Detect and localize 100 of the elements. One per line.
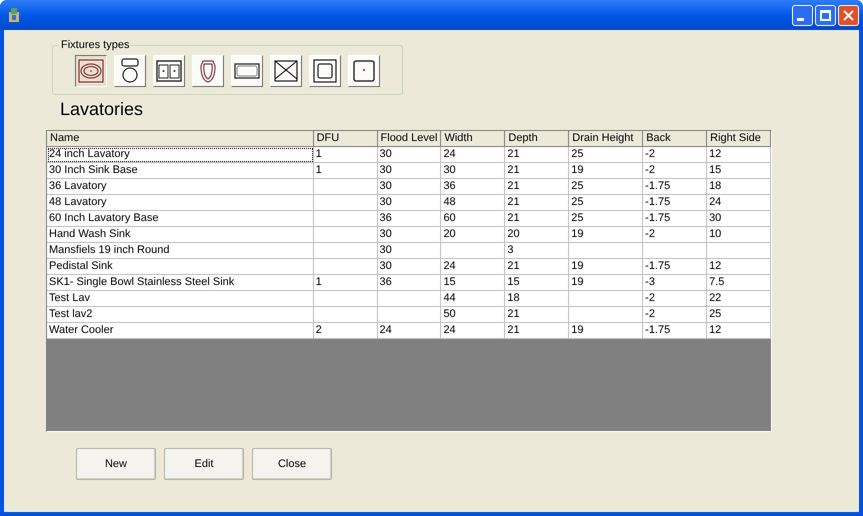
table-cell: Hand Wash Sink	[47, 227, 314, 243]
table-cell: 48 Lavatory	[47, 195, 314, 211]
shower-tray-icon	[273, 58, 299, 84]
table-cell: 1	[314, 147, 378, 163]
table-cell: 20	[441, 227, 506, 243]
table-cell: -1.75	[643, 323, 708, 339]
oval-basin-icon	[78, 58, 104, 84]
table-cell: 60 Inch Lavatory Base	[47, 211, 314, 227]
table-cell: Test Lav	[47, 291, 314, 307]
table-cell: 18	[707, 179, 771, 195]
table-cell	[314, 259, 378, 275]
table-cell: 15	[441, 275, 506, 291]
table-cell: 30	[378, 163, 442, 179]
app-icon	[7, 7, 21, 23]
table-cell: 30	[707, 211, 771, 227]
close-icon	[843, 10, 854, 20]
table-cell: 30	[378, 179, 442, 195]
table-cell	[378, 307, 442, 323]
minimize-button[interactable]	[792, 4, 813, 26]
dialog-button[interactable]: New	[76, 448, 156, 480]
table-cell	[643, 243, 708, 259]
table-cell: 1	[314, 275, 378, 291]
table-cell: 19	[569, 227, 644, 243]
table-cell: 60	[441, 211, 506, 227]
table-cell: -2	[643, 227, 708, 243]
column-header[interactable]: Width	[441, 131, 506, 147]
table-cell: 21	[505, 307, 570, 323]
table-cell: Test lav2	[47, 307, 314, 323]
maximize-icon	[820, 10, 831, 20]
table-cell: 19	[569, 275, 644, 291]
table-cell: 15	[505, 275, 570, 291]
square-basin-icon	[312, 58, 338, 84]
table-cell: 7.5	[707, 275, 771, 291]
table-cell: 25	[569, 195, 644, 211]
table-cell	[314, 195, 378, 211]
minimize-icon	[796, 18, 804, 20]
maximize-button[interactable]	[815, 4, 836, 26]
table-cell	[314, 227, 378, 243]
column-header[interactable]: Right Side	[707, 131, 772, 147]
column-header[interactable]: Name	[47, 131, 314, 147]
column-header[interactable]: Drain Height	[569, 131, 644, 147]
table-cell: 1	[314, 163, 378, 179]
table-cell: 36	[441, 179, 506, 195]
table-cell: -1.75	[643, 259, 708, 275]
table-cell: 2	[314, 323, 378, 339]
table-cell: 30	[378, 227, 442, 243]
table-cell: 25	[707, 307, 771, 323]
table-cell: 19	[569, 163, 644, 179]
table-cell	[314, 307, 378, 323]
table-cell: 50	[441, 307, 506, 323]
column-header[interactable]: Flood Level	[378, 131, 442, 147]
table-cell	[314, 291, 378, 307]
table-cell: 30	[378, 243, 442, 259]
table-cell: 36	[378, 211, 442, 227]
table-cell: 21	[505, 195, 570, 211]
table-cell: 19	[569, 259, 644, 275]
table-cell: 24	[441, 259, 506, 275]
table-cell: 30	[378, 195, 442, 211]
section-heading: Lavatories	[60, 98, 144, 120]
table-cell: 30	[441, 163, 506, 179]
table-cell: -2	[643, 291, 708, 307]
table-cell: 24	[441, 147, 506, 163]
table-cell: 30	[378, 259, 442, 275]
table-cell: 19	[569, 323, 644, 339]
close-button[interactable]	[838, 4, 859, 26]
table-cell: 44	[441, 291, 506, 307]
table-cell: -2	[643, 147, 708, 163]
table-cell: 21	[505, 211, 570, 227]
table-cell: 25	[569, 179, 644, 195]
table-cell: 30	[378, 147, 442, 163]
double-sink-icon	[156, 58, 182, 84]
table-cell: -2	[643, 307, 708, 323]
dialog-button[interactable]: Edit	[164, 448, 244, 480]
table-cell: Water Cooler	[47, 323, 314, 339]
table-cell: 48	[441, 195, 506, 211]
dialog-button[interactable]: Close	[252, 448, 332, 480]
table-cell: 21	[505, 259, 570, 275]
table-cell: 15	[707, 163, 771, 179]
table-cell: -1.75	[643, 179, 708, 195]
table-cell: 21	[505, 147, 570, 163]
column-header[interactable]: Back	[643, 131, 708, 147]
table-cell	[314, 211, 378, 227]
table-cell: Mansfiels 19 inch Round	[47, 243, 314, 259]
table-cell: Pedistal Sink	[47, 259, 314, 275]
table-cell: SK1- Single Bowl Stainless Steel Sink	[47, 275, 314, 291]
column-header[interactable]: Depth	[505, 131, 570, 147]
fixture-type-button[interactable]	[75, 55, 107, 87]
table-cell: 24	[378, 323, 442, 339]
table-cell: 10	[707, 227, 771, 243]
table-cell	[441, 243, 506, 259]
table-cell: 21	[505, 179, 570, 195]
table-cell	[314, 243, 378, 259]
table-cell: 36	[378, 275, 442, 291]
column-header[interactable]: DFU	[314, 131, 378, 147]
table-cell	[378, 291, 442, 307]
table-cell: -1.75	[643, 211, 708, 227]
table-cell: 20	[505, 227, 570, 243]
table-cell: 24 inch Lavatory	[47, 147, 314, 163]
table-cell: 36 Lavatory	[47, 179, 314, 195]
table-cell: -1.75	[643, 195, 708, 211]
